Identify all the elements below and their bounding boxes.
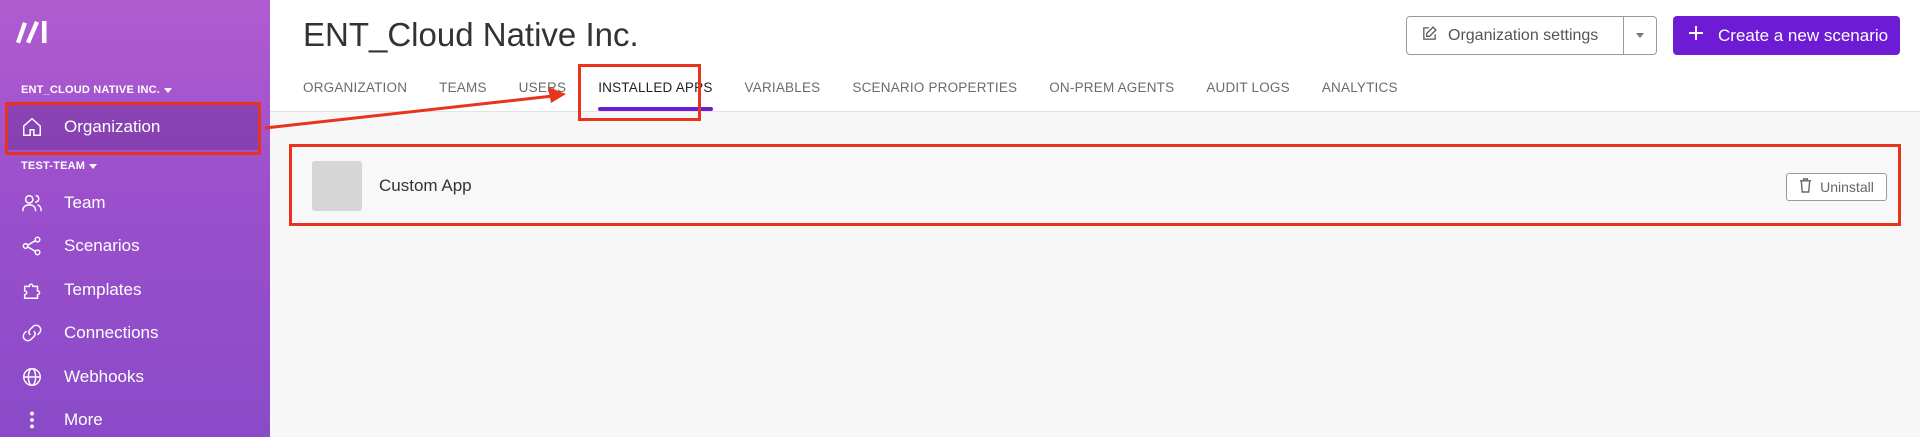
tab-audit-logs[interactable]: AUDIT LOGS: [1206, 80, 1290, 112]
sidebar-item-team[interactable]: Team: [0, 180, 270, 226]
app-icon-placeholder: [312, 161, 362, 211]
organization-settings-label: Organization settings: [1448, 26, 1599, 44]
chevron-down-icon: [1636, 33, 1644, 38]
sidebar-item-templates[interactable]: Templates: [0, 267, 270, 313]
tab-organization[interactable]: ORGANIZATION: [303, 80, 407, 112]
uninstall-label: Uninstall: [1820, 179, 1874, 195]
tab-analytics[interactable]: ANALYTICS: [1322, 80, 1398, 112]
organization-settings-split-button: Organization settings: [1406, 16, 1657, 55]
team-switcher[interactable]: TEST-TEAM: [21, 160, 98, 172]
sidebar-item-scenarios[interactable]: Scenarios: [0, 223, 270, 269]
sidebar-item-label: Templates: [64, 280, 142, 299]
sidebar-item-connections[interactable]: Connections: [0, 310, 270, 356]
sidebar-item-label: Team: [64, 193, 106, 212]
chevron-down-icon: [89, 163, 98, 169]
plus-icon: [1688, 25, 1704, 46]
sidebar-item-more[interactable]: More: [0, 397, 270, 437]
tab-on-prem-agents[interactable]: ON-PREM AGENTS: [1049, 80, 1174, 112]
tab-scenario-properties[interactable]: SCENARIO PROPERTIES: [852, 80, 1017, 112]
sidebar-item-label: Organization: [64, 117, 161, 136]
more-vertical-icon: [21, 409, 43, 431]
tab-users[interactable]: USERS: [519, 80, 567, 112]
create-scenario-label: Create a new scenario: [1718, 25, 1889, 45]
tab-variables[interactable]: VARIABLES: [745, 80, 821, 112]
edit-icon: [1421, 25, 1438, 47]
list-item: Custom App Uninstall: [290, 146, 1900, 226]
tab-bar: ORGANIZATION TEAMS USERS INSTALLED APPS …: [303, 80, 1430, 112]
app-name: Custom App: [379, 176, 472, 195]
sidebar-item-label: Webhooks: [64, 367, 145, 386]
link-icon: [21, 322, 43, 344]
chevron-down-icon: [164, 87, 173, 93]
sidebar-item-organization[interactable]: Organization: [6, 104, 260, 150]
puzzle-icon: [21, 279, 43, 301]
sidebar-item-label: Connections: [64, 323, 159, 342]
sidebar: ENT_CLOUD NATIVE INC. Organization TEST-…: [0, 0, 270, 437]
sidebar-item-webhooks[interactable]: Webhooks: [0, 354, 270, 400]
page-title: ENT_Cloud Native Inc.: [303, 16, 639, 53]
page-header: ENT_Cloud Native Inc. ORGANIZATION TEAMS…: [270, 0, 1920, 112]
users-icon: [21, 192, 43, 214]
tab-teams[interactable]: TEAMS: [439, 80, 487, 112]
trash-icon: [1799, 178, 1812, 196]
organization-settings-button[interactable]: Organization settings: [1407, 17, 1623, 54]
organization-settings-dropdown-toggle[interactable]: [1623, 17, 1656, 54]
sidebar-item-label: More: [64, 410, 103, 429]
team-switcher-label: TEST-TEAM: [21, 160, 86, 172]
home-icon: [21, 116, 43, 138]
tab-installed-apps[interactable]: INSTALLED APPS: [598, 80, 713, 112]
share-nodes-icon: [21, 235, 43, 257]
globe-icon: [21, 366, 43, 388]
make-logo[interactable]: [14, 18, 50, 44]
sidebar-item-label: Scenarios: [64, 236, 140, 255]
uninstall-button[interactable]: Uninstall: [1786, 173, 1887, 201]
create-scenario-button[interactable]: Create a new scenario: [1673, 16, 1900, 55]
organization-switcher[interactable]: ENT_CLOUD NATIVE INC.: [21, 84, 173, 96]
organization-switcher-label: ENT_CLOUD NATIVE INC.: [21, 84, 161, 96]
